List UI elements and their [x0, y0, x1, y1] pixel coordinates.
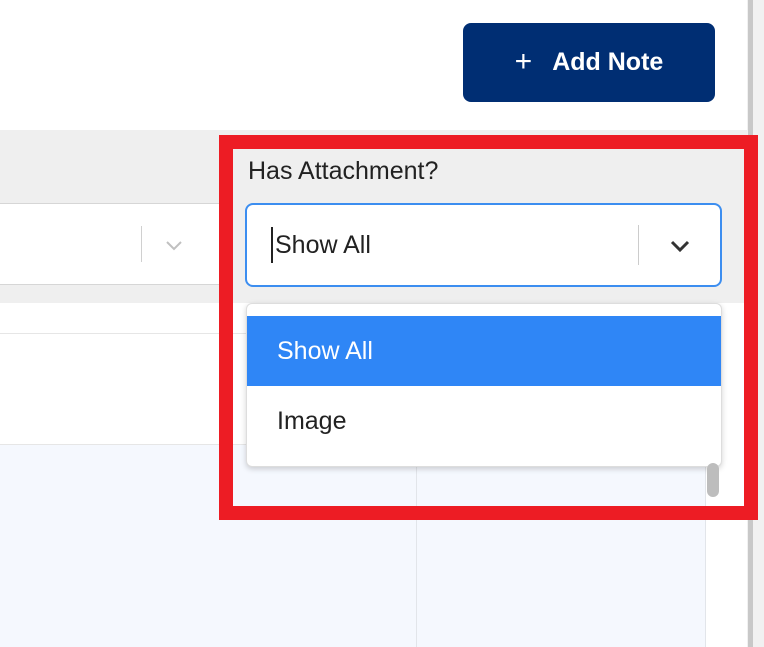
annotation-highlight-box: [219, 135, 758, 520]
select-separator: [141, 226, 142, 262]
add-note-button[interactable]: + Add Note: [463, 23, 715, 102]
add-note-label: Add Note: [552, 48, 664, 76]
chevron-down-icon[interactable]: [163, 234, 185, 256]
other-filter-select[interactable]: [0, 203, 226, 285]
plus-icon: +: [514, 44, 533, 78]
